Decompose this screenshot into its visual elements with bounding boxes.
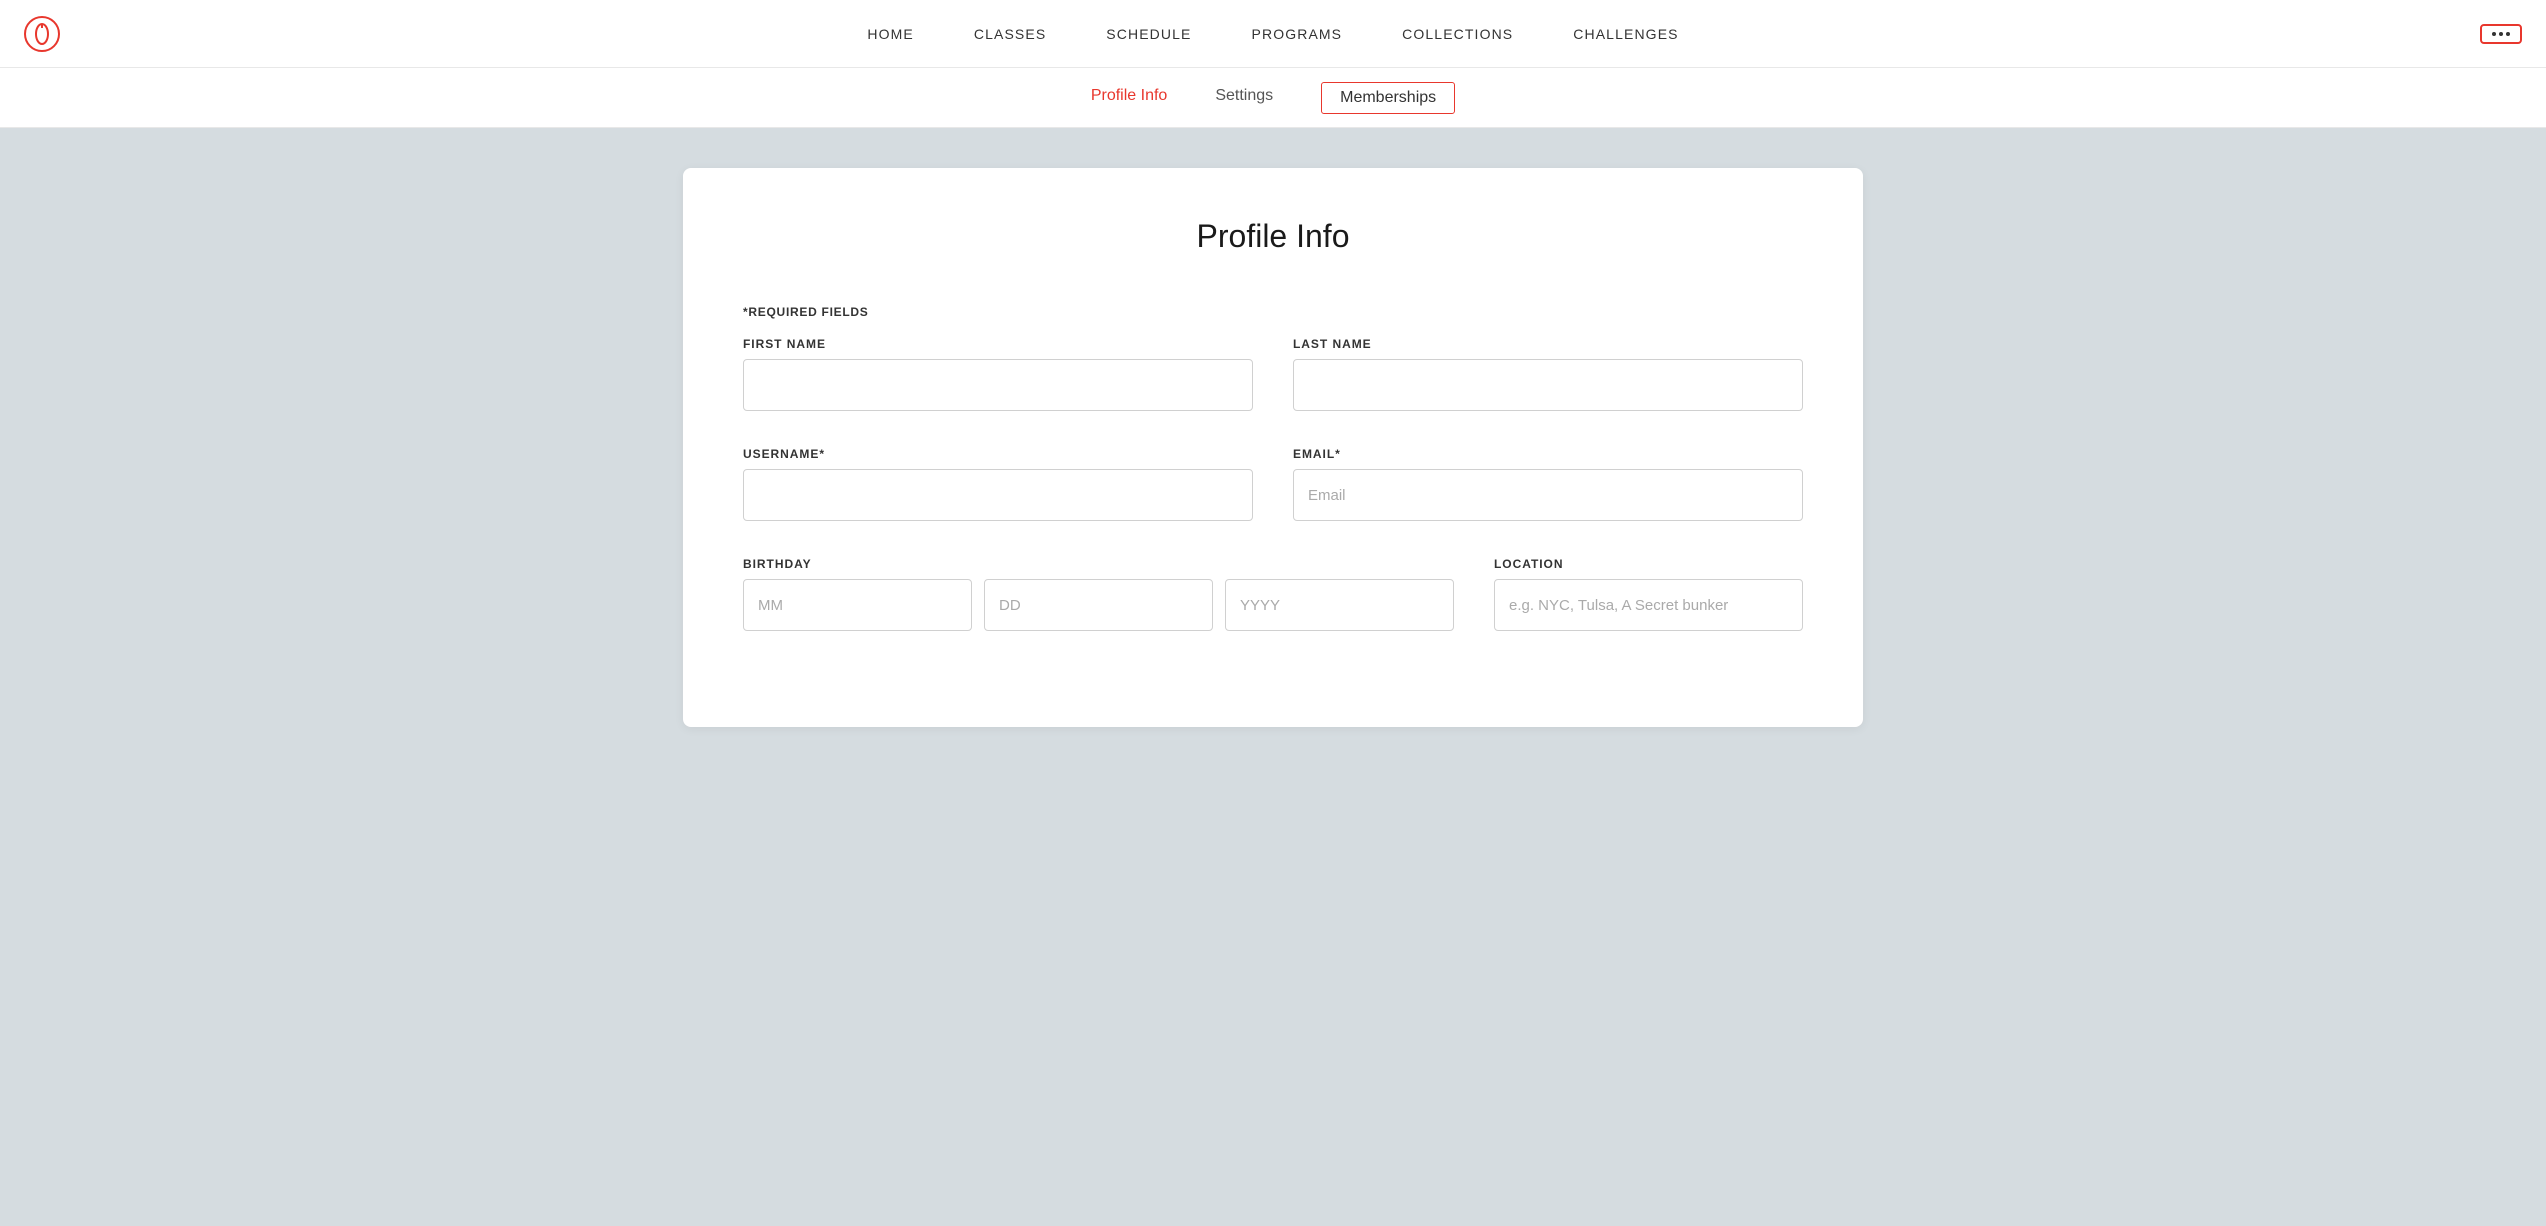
first-name-label: FIRST NAME	[743, 337, 1253, 351]
birthday-dd-input[interactable]	[984, 579, 1213, 631]
subnav: Profile Info Settings Memberships	[0, 68, 2546, 128]
nav-home[interactable]: HOME	[867, 26, 913, 42]
profile-info-title: Profile Info	[743, 218, 1803, 255]
dot3	[2506, 32, 2510, 36]
navbar: HOME CLASSES SCHEDULE PROGRAMS COLLECTIO…	[0, 0, 2546, 68]
first-name-group: FIRST NAME	[743, 337, 1253, 411]
main-content: Profile Info *REQUIRED FIELDS FIRST NAME…	[0, 128, 2546, 1226]
email-label: EMAIL*	[1293, 447, 1803, 461]
birthday-label: BIRTHDAY	[743, 557, 1454, 571]
last-name-label: LAST NAME	[1293, 337, 1803, 351]
email-group: EMAIL*	[1293, 447, 1803, 521]
navbar-links: HOME CLASSES SCHEDULE PROGRAMS COLLECTIO…	[867, 26, 1678, 42]
location-label: LOCATION	[1494, 557, 1803, 571]
username-email-row: USERNAME* EMAIL*	[743, 447, 1803, 521]
nav-programs[interactable]: PROGRAMS	[1252, 26, 1343, 42]
required-fields-note: *REQUIRED FIELDS	[743, 305, 1803, 319]
tab-settings[interactable]: Settings	[1215, 87, 1273, 109]
username-group: USERNAME*	[743, 447, 1253, 521]
birthday-group: BIRTHDAY	[743, 557, 1454, 631]
nav-collections[interactable]: COLLECTIONS	[1402, 26, 1513, 42]
nav-challenges[interactable]: CHALLENGES	[1573, 26, 1678, 42]
logo[interactable]	[24, 16, 60, 52]
last-name-input[interactable]	[1293, 359, 1803, 411]
tab-memberships[interactable]: Memberships	[1321, 82, 1455, 114]
nav-schedule[interactable]: SCHEDULE	[1106, 26, 1191, 42]
last-name-group: LAST NAME	[1293, 337, 1803, 411]
username-input[interactable]	[743, 469, 1253, 521]
first-name-input[interactable]	[743, 359, 1253, 411]
location-input[interactable]	[1494, 579, 1803, 631]
dot2	[2499, 32, 2503, 36]
location-group: LOCATION	[1494, 557, 1803, 631]
username-label: USERNAME*	[743, 447, 1253, 461]
peloton-logo-icon	[24, 16, 60, 52]
birthday-yyyy-input[interactable]	[1225, 579, 1454, 631]
profile-card: Profile Info *REQUIRED FIELDS FIRST NAME…	[683, 168, 1863, 727]
nav-classes[interactable]: CLASSES	[974, 26, 1046, 42]
birthday-mm-input[interactable]	[743, 579, 972, 631]
birthday-inputs	[743, 579, 1454, 631]
birthday-location-row: BIRTHDAY LOCATION	[743, 557, 1803, 631]
email-input[interactable]	[1293, 469, 1803, 521]
name-row: FIRST NAME LAST NAME	[743, 337, 1803, 411]
more-menu-button[interactable]	[2480, 24, 2522, 44]
tab-profile-info[interactable]: Profile Info	[1091, 87, 1167, 109]
dot1	[2492, 32, 2496, 36]
